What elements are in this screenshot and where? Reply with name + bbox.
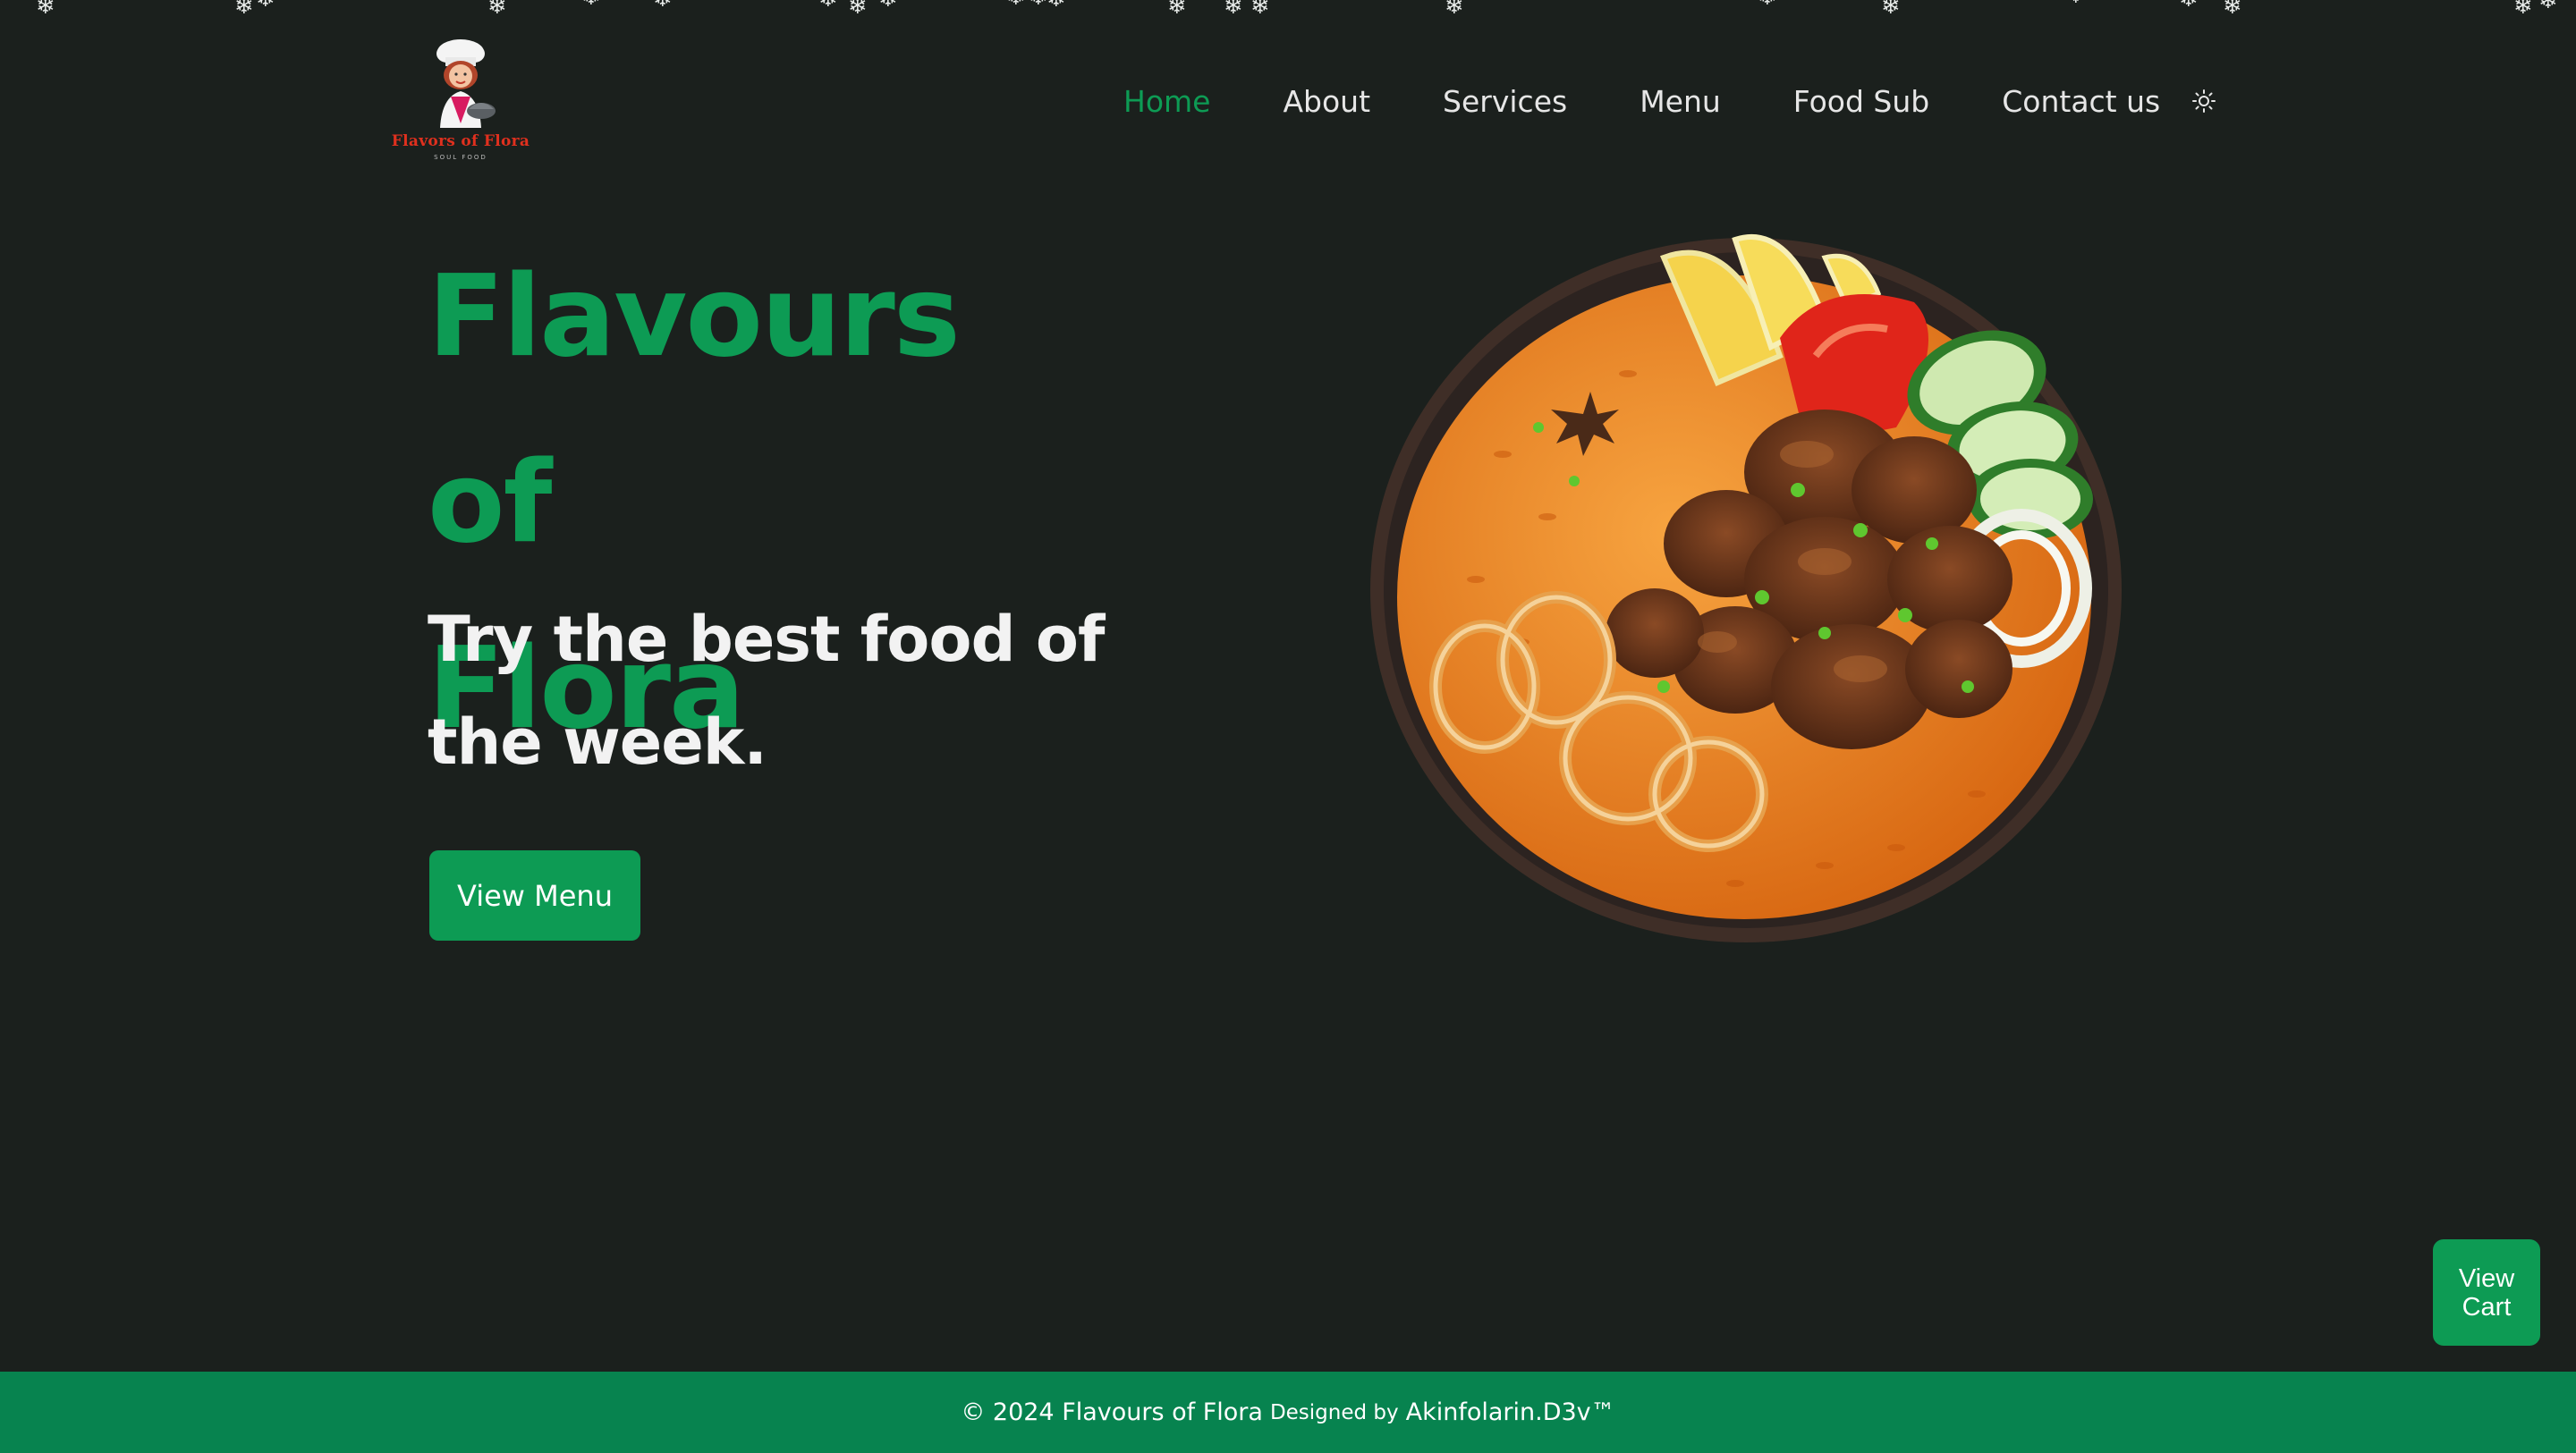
snowflake-icon: ❄ [1006,0,1026,9]
nav-item-food-sub[interactable]: Food Sub [1793,84,1929,119]
snowflake-icon: ❄ [848,0,868,20]
snowflake-icon: ❄ [1758,0,1777,9]
snowflake-icon: ❄ [581,0,601,9]
nav-item-services[interactable]: Services [1443,84,1567,119]
snowflake-icon: ❄ [2513,0,2533,20]
site-logo[interactable]: Flavors of Flora SOUL FOOD [385,34,537,168]
view-cart-button[interactable]: View Cart [2433,1239,2540,1346]
snowflake-icon: ❄ [1250,0,1270,20]
hero-subtitle-line1: Try the best food of [428,603,1105,676]
hero-subtitle-line2: the week. [428,705,767,779]
view-menu-button[interactable]: View Menu [429,850,640,941]
nav-item-menu[interactable]: Menu [1640,84,1721,119]
snowflake-icon: ❄ [2538,0,2558,14]
snowflake-icon: ❄ [878,0,898,11]
snowflake-icon: ❄ [234,0,254,20]
nav-item-contact-us[interactable]: Contact us [2002,84,2160,119]
snowflake-icon: ❄ [1167,0,1187,20]
nav-item-home[interactable]: Home [1123,84,1210,119]
sun-icon[interactable] [2192,89,2216,113]
cart-label-line1: View [2458,1263,2515,1293]
site-footer: © 2024 Flavours of Flora Designed by Aki… [0,1372,2576,1453]
snowflake-icon: ❄ [487,0,507,20]
snowflake-icon: ❄ [1046,0,1066,11]
snowflake-icon: ❄ [1445,0,1464,20]
hero-dish-image [1360,222,2129,955]
footer-copyright: © 2024 Flavours of Flora [961,1398,1263,1426]
chef-mascot-icon [436,39,496,128]
snowflake-icon: ❄ [1881,0,1901,20]
snowflake-icon: ❄ [653,0,673,11]
footer-author: Akinfolarin.D3v™ [1405,1398,1615,1426]
snowflake-icon: ❄ [36,0,55,20]
snowflake-icon: ❄ [1224,0,1243,20]
main-nav: Home About Services Menu Food Sub Contac… [1123,79,2216,123]
cart-label-line2: Cart [2462,1292,2512,1322]
snowflake-icon: ❄ [2223,0,2242,20]
hero-title-line1: Flavours of [428,250,961,568]
nav-item-about[interactable]: About [1283,84,1370,119]
snowflake-icon: ❄ [818,0,838,11]
logo-name: Flavors of Flora [391,132,530,150]
logo-tagline: SOUL FOOD [434,154,487,161]
snowflake-icon: ❄ [2179,0,2199,11]
snowflake-icon: ❄ [256,0,275,11]
snowflake-icon: ❄ [1029,0,1048,9]
snowflake-icon: ❄ [2066,0,2086,7]
footer-designed-by: Designed by [1269,1400,1399,1424]
snowfall-decoration: ❄ ❄ ❄ ❄ ❄ ❄ ❄ ❄ ❄ ❄ ❄ ❄ ❄ ❄ ❄ ❄ ❄ ❄ ❄ ❄ … [0,0,2576,25]
hero-subtitle: Try the best food of the week. [428,588,1107,794]
